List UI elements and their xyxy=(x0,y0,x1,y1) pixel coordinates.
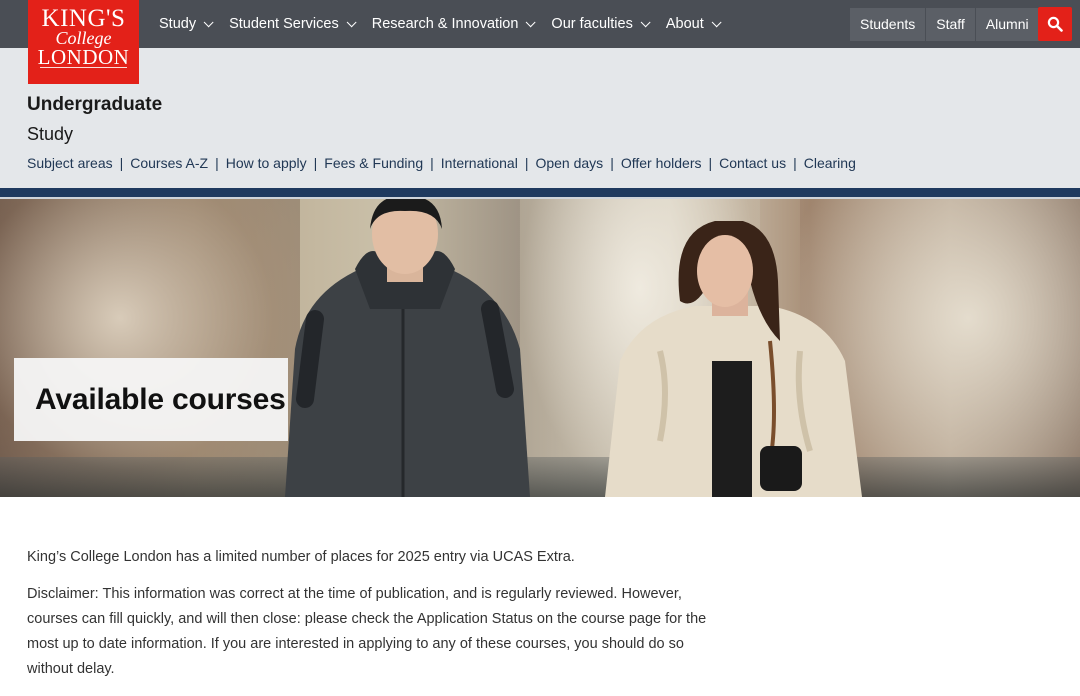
section-header: Undergraduate Study Subject areas | Cour… xyxy=(0,48,1080,188)
subnav-separator: | xyxy=(119,155,124,171)
hero-ground xyxy=(0,457,1080,497)
subnav-separator: | xyxy=(313,155,318,171)
section-subtitle: Study xyxy=(27,124,74,144)
subnav-separator: | xyxy=(610,155,614,171)
hero-background-blur xyxy=(0,199,300,497)
subnav-separator: | xyxy=(430,155,434,171)
subnav-separator: | xyxy=(793,155,797,171)
nav-item-label: About xyxy=(665,16,704,32)
nav-item-label: Research & Innovation xyxy=(371,16,519,32)
subnav-link-contact-us[interactable]: Contact us xyxy=(719,155,786,171)
audience-link-alumni[interactable]: Alumni xyxy=(976,8,1039,41)
nav-item-student-services[interactable]: Student Services xyxy=(229,16,357,32)
student-man-figure xyxy=(285,199,530,497)
subnav-link-clearing[interactable]: Clearing xyxy=(804,155,856,171)
subnav-link-international[interactable]: International xyxy=(441,155,518,171)
audience-link-students[interactable]: Students xyxy=(850,8,927,41)
main-navigation: Study Student Services Research & Innova… xyxy=(159,0,737,48)
chevron-down-icon xyxy=(711,16,722,27)
nav-item-label: Study xyxy=(159,16,197,32)
subnav-link-offer-holders[interactable]: Offer holders xyxy=(621,155,702,171)
hero-image: Available courses xyxy=(0,199,1080,497)
student-woman-figure xyxy=(605,221,862,497)
nav-item-study[interactable]: Study xyxy=(159,16,214,32)
section-subnav: Subject areas | Courses A-Z | How to app… xyxy=(27,155,856,171)
subnav-separator: | xyxy=(215,155,219,171)
logo-rule xyxy=(40,67,127,68)
disclaimer-paragraph: Disclaimer: This information was correct… xyxy=(27,586,707,677)
subnav-link-fees-funding[interactable]: Fees & Funding xyxy=(324,155,423,171)
nav-item-label: Student Services xyxy=(229,16,339,32)
chevron-down-icon xyxy=(346,16,357,27)
hero-heading-box: Available courses xyxy=(14,358,288,441)
subnav-link-open-days[interactable]: Open days xyxy=(535,155,603,171)
kings-college-london-logo[interactable]: KING'S College LONDON xyxy=(28,0,139,84)
chevron-down-icon xyxy=(526,16,536,27)
chevron-down-icon xyxy=(640,16,651,27)
subnav-separator: | xyxy=(708,155,713,171)
subnav-link-subject-areas[interactable]: Subject areas xyxy=(27,155,113,171)
nav-item-our-faculties[interactable]: Our faculties xyxy=(551,16,651,32)
search-button[interactable] xyxy=(1038,7,1072,41)
main-content: King’s College London has a limited numb… xyxy=(27,545,717,694)
subnav-link-courses-a-z[interactable]: Courses A-Z xyxy=(130,155,208,171)
section-divider xyxy=(0,188,1080,197)
intro-paragraph: King’s College London has a limited numb… xyxy=(27,549,575,565)
subnav-link-how-to-apply[interactable]: How to apply xyxy=(226,155,307,171)
audience-link-staff[interactable]: Staff xyxy=(926,8,976,41)
search-icon xyxy=(1047,16,1063,32)
nav-item-about[interactable]: About xyxy=(665,16,722,32)
chevron-down-icon xyxy=(203,16,214,27)
hero-heading: Available courses xyxy=(35,382,286,416)
nav-item-research-innovation[interactable]: Research & Innovation xyxy=(371,16,536,32)
subnav-separator: | xyxy=(524,155,529,171)
nav-item-label: Our faculties xyxy=(551,16,633,32)
audience-links: Students Staff Alumni xyxy=(850,8,1039,41)
logo-line-1: KING'S xyxy=(41,5,126,32)
section-title: Undergraduate xyxy=(27,94,163,115)
logo-line-3: LONDON xyxy=(37,45,130,69)
